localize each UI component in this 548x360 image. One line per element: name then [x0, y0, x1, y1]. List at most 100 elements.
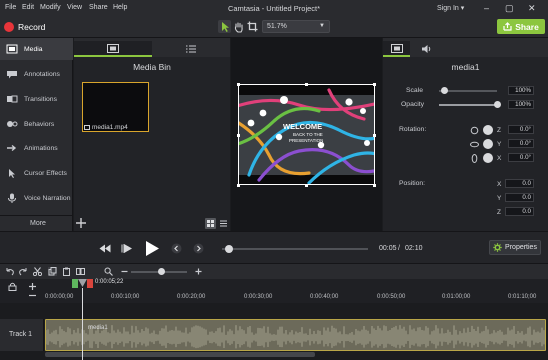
rotation-z-input[interactable]: 0.0° [508, 125, 534, 134]
sidebar-item-transitions[interactable]: Transitions [0, 88, 73, 110]
undo-icon[interactable] [5, 267, 14, 276]
cursor-arrow-icon [222, 22, 229, 32]
rotation-z-dial[interactable] [483, 125, 493, 135]
menu-file[interactable]: File [5, 4, 16, 11]
crop-tool[interactable] [246, 20, 259, 33]
lock-track-icon[interactable] [8, 282, 17, 291]
copy-icon[interactable] [48, 267, 57, 276]
record-label: Record [18, 22, 46, 32]
add-track-icon[interactable] [28, 282, 37, 291]
scrub-bar[interactable] [222, 248, 368, 250]
maximize-button[interactable]: ▢ [505, 3, 514, 13]
sidebar-item-animations[interactable]: Animations [0, 137, 73, 159]
previous-marker-button[interactable] [171, 243, 182, 254]
menu-view[interactable]: View [67, 4, 82, 11]
sidebar-item-media[interactable]: Media [0, 38, 73, 60]
playhead-line[interactable] [82, 288, 83, 360]
position-y-axis: Y [497, 195, 502, 202]
position-x-axis: X [497, 181, 502, 188]
paste-icon[interactable] [62, 267, 71, 276]
behaviors-icon [7, 121, 18, 127]
play-button[interactable] [144, 240, 160, 257]
menu-modify[interactable]: Modify [40, 4, 61, 11]
properties-button[interactable]: Properties [489, 240, 541, 255]
add-asset-button[interactable] [75, 217, 87, 229]
sidebar-item-annotations[interactable]: Annotations [0, 63, 73, 85]
tab-library[interactable] [152, 41, 230, 57]
rotate-z-icon [470, 126, 479, 135]
ruler-label: 0:00:40;00 [310, 294, 339, 300]
menu-share[interactable]: Share [89, 4, 108, 11]
scrub-knob[interactable] [225, 245, 233, 253]
grid-view-button[interactable] [205, 218, 216, 229]
share-button[interactable]: Share [497, 19, 545, 34]
split-icon[interactable] [76, 267, 85, 276]
zoom-search-icon[interactable] [104, 267, 113, 276]
select-tool[interactable] [218, 20, 231, 33]
opacity-slider-knob[interactable] [494, 101, 501, 108]
scale-input[interactable]: 100% [508, 86, 534, 95]
sidebar-item-behaviors[interactable]: Behaviors [0, 113, 73, 135]
zoom-dropdown[interactable]: 51.7% ▼ [262, 20, 330, 33]
tools-sidebar: Media Annotations Transitions Behaviors … [0, 38, 73, 231]
tab-media-bin[interactable] [74, 41, 152, 57]
list-view-button[interactable] [218, 218, 229, 229]
more-button[interactable]: More [0, 215, 73, 231]
position-z-input[interactable]: 0.0 [505, 207, 534, 216]
media-filename: media1.mp4 [92, 124, 128, 131]
rotation-y-dial[interactable] [483, 139, 493, 149]
resize-handle[interactable] [237, 134, 240, 137]
playhead-marker[interactable] [72, 279, 93, 288]
close-button[interactable]: ✕ [528, 3, 536, 13]
resize-handle[interactable] [373, 134, 376, 137]
rotation-label: Rotation: [399, 126, 427, 133]
minimize-button[interactable]: – [484, 3, 489, 13]
video-frame[interactable]: WELCOME BACK TO THE PRESENTATION [238, 84, 375, 185]
menu-help[interactable]: Help [113, 4, 127, 11]
tab-visual-properties[interactable] [383, 41, 410, 57]
canvas-preview[interactable]: WELCOME BACK TO THE PRESENTATION [231, 38, 382, 231]
timeline-clip[interactable]: media1 [45, 319, 546, 351]
ruler-label: 0:01:00;00 [442, 294, 471, 300]
properties-panel: Scale 100% Opacity 100% Rotation: Z 0.0°… [383, 77, 548, 231]
scissors-icon[interactable] [33, 267, 42, 276]
pan-tool[interactable] [232, 20, 245, 33]
step-back-button[interactable] [121, 244, 132, 253]
record-button[interactable]: Record [4, 20, 45, 34]
collapse-icon[interactable] [28, 291, 37, 300]
media-bin: media1.mp4 [74, 77, 230, 217]
rewind-button[interactable] [99, 244, 111, 253]
sign-in-link[interactable]: Sign In ▾ [437, 4, 464, 12]
scale-slider-knob[interactable] [441, 87, 448, 94]
resize-handle[interactable] [237, 184, 240, 187]
rotation-x-input[interactable]: 0.0° [508, 153, 534, 162]
resize-handle[interactable] [237, 83, 240, 86]
sidebar-item-voice-narration[interactable]: Voice Narration [0, 187, 73, 209]
rotation-y-input[interactable]: 0.0° [508, 139, 534, 148]
resize-handle[interactable] [373, 184, 376, 187]
video-subtitle-text-2: PRESENTATION [289, 138, 323, 143]
position-y-input[interactable]: 0.0 [505, 193, 534, 202]
current-time: 00:05 [379, 245, 397, 252]
track-header[interactable]: Track 1 [0, 319, 44, 351]
resize-handle[interactable] [305, 83, 308, 86]
next-marker-button[interactable] [193, 243, 204, 254]
track-name: Track 1 [9, 331, 33, 338]
rotation-x-dial[interactable] [483, 153, 493, 163]
resize-handle[interactable] [305, 184, 308, 187]
zoom-in-icon[interactable] [194, 267, 203, 276]
tab-audio-properties[interactable] [413, 41, 440, 57]
zoom-out-icon[interactable] [120, 267, 129, 276]
rotation-x-axis: X [497, 155, 502, 162]
redo-icon[interactable] [19, 267, 28, 276]
timeline-horizontal-scrollbar[interactable] [45, 352, 315, 357]
menu-edit[interactable]: Edit [22, 4, 34, 11]
annotation-icon [7, 71, 17, 79]
opacity-input[interactable]: 100% [508, 100, 534, 109]
transition-icon [7, 95, 18, 103]
resize-handle[interactable] [373, 83, 376, 86]
timeline-zoom-knob[interactable] [158, 268, 165, 275]
position-x-input[interactable]: 0.0 [505, 179, 534, 188]
window-title: Camtasia - Untitled Project* [227, 4, 321, 13]
sidebar-item-cursor-effects[interactable]: Cursor Effects [0, 162, 73, 184]
